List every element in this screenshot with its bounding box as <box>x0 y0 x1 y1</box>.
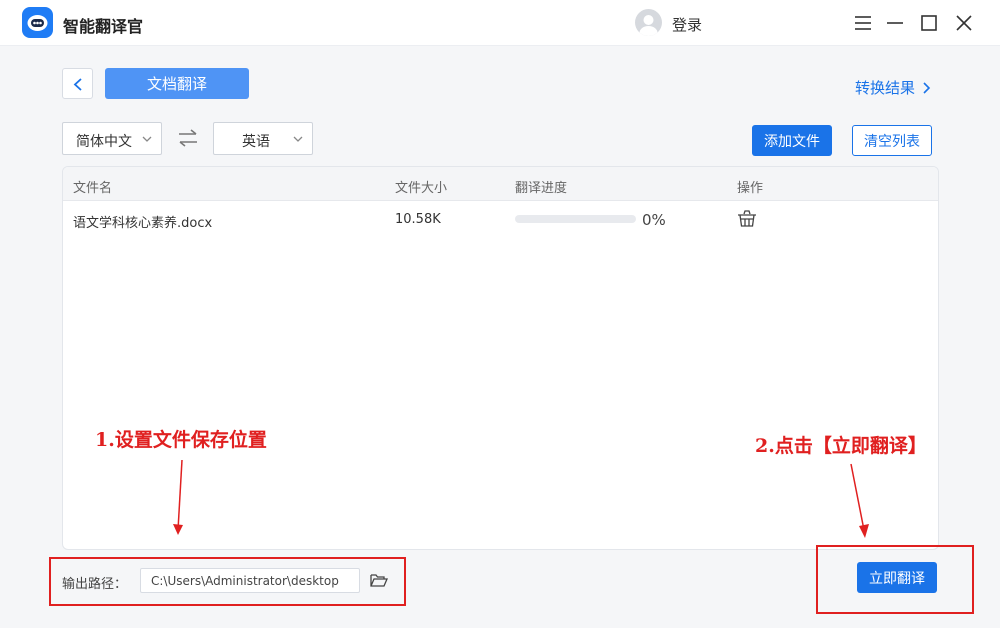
annotation-step2: 2.点击【立即翻译】 <box>755 435 927 457</box>
app-title: 智能翻译官 <box>63 17 144 36</box>
conversion-result-link[interactable]: 转换结果 <box>855 77 931 98</box>
chevron-right-icon <box>923 81 931 94</box>
app-logo-icon <box>22 7 53 38</box>
maximize-icon[interactable] <box>917 11 941 35</box>
annotation-arrow-2 <box>850 463 869 538</box>
column-header-filename: 文件名 <box>73 181 113 196</box>
file-size: 10.58K <box>395 212 441 227</box>
output-path-label: 输出路径： <box>62 577 128 592</box>
annotation-arrow-1 <box>173 459 183 535</box>
menu-icon[interactable] <box>851 11 875 35</box>
folder-icon[interactable] <box>370 572 388 588</box>
back-button[interactable] <box>62 68 93 99</box>
clear-list-button[interactable]: 清空列表 <box>852 125 932 156</box>
progress-bar <box>515 215 636 223</box>
chevron-down-icon <box>293 136 303 142</box>
source-language-select[interactable]: 简体中文 <box>62 122 162 155</box>
annotation-step1: 1.设置文件保存位置 <box>95 429 267 451</box>
title-bar: 智能翻译官 登录 <box>0 0 1000 46</box>
tab-document-translation[interactable]: 文档翻译 <box>105 68 249 99</box>
add-file-button[interactable]: 添加文件 <box>752 125 832 156</box>
progress-text: 0% <box>642 211 666 229</box>
avatar[interactable] <box>635 9 662 36</box>
source-language-value: 简体中文 <box>76 134 132 150</box>
minimize-icon[interactable] <box>883 11 907 35</box>
table-row[interactable]: 语文学科核心素养.docx 10.58K 0% <box>63 201 938 237</box>
file-name: 语文学科核心素养.docx <box>73 216 213 231</box>
table-header: 文件名 文件大小 翻译进度 操作 <box>63 167 938 201</box>
column-header-size: 文件大小 <box>395 181 448 196</box>
delete-basket-icon[interactable] <box>737 210 757 228</box>
close-icon[interactable] <box>952 11 976 35</box>
login-link[interactable]: 登录 <box>672 14 702 35</box>
column-header-progress: 翻译进度 <box>515 181 568 196</box>
swap-languages-icon[interactable] <box>176 128 200 148</box>
file-table: 文件名 文件大小 翻译进度 操作 语文学科核心素养.docx 10.58K 0% <box>62 166 939 550</box>
chevron-down-icon <box>142 136 152 142</box>
conversion-result-label: 转换结果 <box>855 79 916 97</box>
output-path-field[interactable]: C:\Users\Administrator\desktop <box>140 568 360 593</box>
translate-now-button[interactable]: 立即翻译 <box>857 562 937 593</box>
column-header-actions: 操作 <box>737 181 764 196</box>
target-language-select[interactable]: 英语 <box>213 122 313 155</box>
target-language-value: 英语 <box>242 134 270 150</box>
